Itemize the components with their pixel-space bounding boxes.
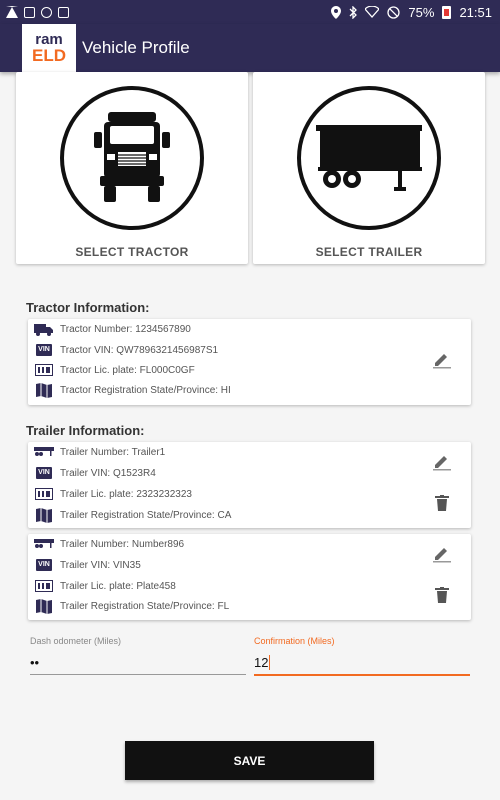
trailer-registration: Trailer Registration State/Province: FL <box>60 600 230 612</box>
select-tractor-label: SELECT TRACTOR <box>75 245 189 259</box>
truck-icon <box>94 112 170 202</box>
location-icon <box>331 5 342 19</box>
tractor-registration-row: Tractor Registration State/Province: HI <box>34 380 231 400</box>
tractor-circle <box>60 86 204 230</box>
image-icon <box>24 6 35 18</box>
edit-tractor-button[interactable] <box>430 347 454 371</box>
status-bar: 75% 21:51 <box>0 0 500 24</box>
warning-icon <box>6 6 18 18</box>
plate-icon <box>34 579 54 593</box>
dash-odometer-underline <box>30 674 246 675</box>
map-icon <box>34 599 54 614</box>
battery-percent: 75% <box>408 4 435 20</box>
delete-icon <box>435 495 449 511</box>
trailer-number: Trailer Number: Number896 <box>60 538 185 550</box>
app-bar: ram ELD Vehicle Profile <box>0 24 500 72</box>
trailer-number: Trailer Number: Trailer1 <box>60 446 166 458</box>
edit-icon <box>433 354 451 369</box>
trailer-registration-row: Trailer Registration State/Province: CA <box>34 505 231 525</box>
dash-odometer-label: Dash odometer (Miles) <box>30 636 122 646</box>
tractor-vin: Tractor VIN: QW7896321456987S1 <box>60 344 219 356</box>
tractor-registration: Tractor Registration State/Province: HI <box>60 384 231 396</box>
save-button[interactable]: SAVE <box>125 741 374 780</box>
wifi-icon <box>365 6 380 18</box>
trailer-number-row: Trailer Number: Number896 <box>34 534 184 554</box>
page-title: Vehicle Profile <box>82 38 190 57</box>
logo-text-eld: ELD <box>32 46 66 65</box>
tractor-vin-row: VIN Tractor VIN: QW7896321456987S1 <box>34 340 218 360</box>
trailer-info-card: Trailer Number: Trailer1 VIN Trailer VIN… <box>28 442 471 528</box>
trailer-vin: Trailer VIN: VIN35 <box>60 559 141 571</box>
tractor-plate-row: Tractor Lic. plate: FL000C0GF <box>34 360 195 380</box>
plate-icon <box>34 487 54 501</box>
trailer-plate-row: Trailer Lic. plate: 2323232323 <box>34 484 192 504</box>
trailer-icon <box>34 445 54 459</box>
map-icon <box>34 383 54 398</box>
battery-icon <box>442 5 452 19</box>
edit-trailer-button[interactable] <box>430 541 454 565</box>
truck-icon <box>34 322 54 336</box>
map-icon <box>34 508 54 523</box>
edit-trailer-button[interactable] <box>430 449 454 473</box>
trailer-registration: Trailer Registration State/Province: CA <box>60 509 232 521</box>
edit-icon <box>433 456 451 471</box>
trailer-circle <box>297 86 441 230</box>
trailer-icon <box>316 125 422 191</box>
logo-text-ram: ram <box>35 31 63 48</box>
trailer-vin: Trailer VIN: Q1523R4 <box>60 467 156 479</box>
vin-icon: VIN <box>34 466 54 480</box>
confirmation-label: Confirmation (Miles) <box>254 636 335 646</box>
confirmation-input[interactable]: 12 <box>254 655 271 670</box>
vin-badge-text: VIN <box>36 467 52 479</box>
select-tractor-card[interactable]: SELECT TRACTOR <box>16 72 248 264</box>
settings-icon <box>41 6 52 18</box>
trailer-registration-row: Trailer Registration State/Province: FL <box>34 596 229 616</box>
clock: 21:51 <box>459 4 492 20</box>
trailer-info-card: Trailer Number: Number896 VIN Trailer VI… <box>28 534 471 620</box>
trailer-plate: Trailer Lic. plate: Plate458 <box>60 580 176 592</box>
tractor-number: Tractor Number: 1234567890 <box>60 323 191 335</box>
vin-badge-text: VIN <box>36 344 52 356</box>
trailer-vin-row: VIN Trailer VIN: VIN35 <box>34 555 141 575</box>
dash-odometer-input[interactable]: •• <box>30 655 39 670</box>
confirmation-underline <box>254 674 470 676</box>
trailer-plate-row: Trailer Lic. plate: Plate458 <box>34 576 176 596</box>
do-not-disturb-icon <box>387 5 401 19</box>
delete-trailer-button[interactable] <box>430 491 454 515</box>
plate-icon <box>34 363 54 377</box>
trailer-vin-row: VIN Trailer VIN: Q1523R4 <box>34 463 156 483</box>
vin-badge-text: VIN <box>36 559 52 571</box>
tractor-info-card: Tractor Number: 1234567890 VIN Tractor V… <box>28 319 471 405</box>
tractor-number-row: Tractor Number: 1234567890 <box>34 319 191 339</box>
tractor-plate: Tractor Lic. plate: FL000C0GF <box>60 364 195 376</box>
trailer-number-row: Trailer Number: Trailer1 <box>34 442 165 462</box>
edit-icon <box>433 548 451 563</box>
select-trailer-label: SELECT TRAILER <box>315 245 423 259</box>
bluetooth-icon <box>349 5 358 19</box>
vin-icon: VIN <box>34 558 54 572</box>
vin-icon: VIN <box>34 343 54 357</box>
select-trailer-card[interactable]: SELECT TRAILER <box>253 72 485 264</box>
download-icon <box>58 6 69 18</box>
trailer-icon <box>34 537 54 551</box>
trailer-section-title: Trailer Information: <box>26 423 145 438</box>
delete-icon <box>435 587 449 603</box>
ram-eld-logo: ram ELD <box>22 24 76 72</box>
tractor-section-title: Tractor Information: <box>26 300 150 315</box>
trailer-plate: Trailer Lic. plate: 2323232323 <box>60 488 192 500</box>
delete-trailer-button[interactable] <box>430 583 454 607</box>
